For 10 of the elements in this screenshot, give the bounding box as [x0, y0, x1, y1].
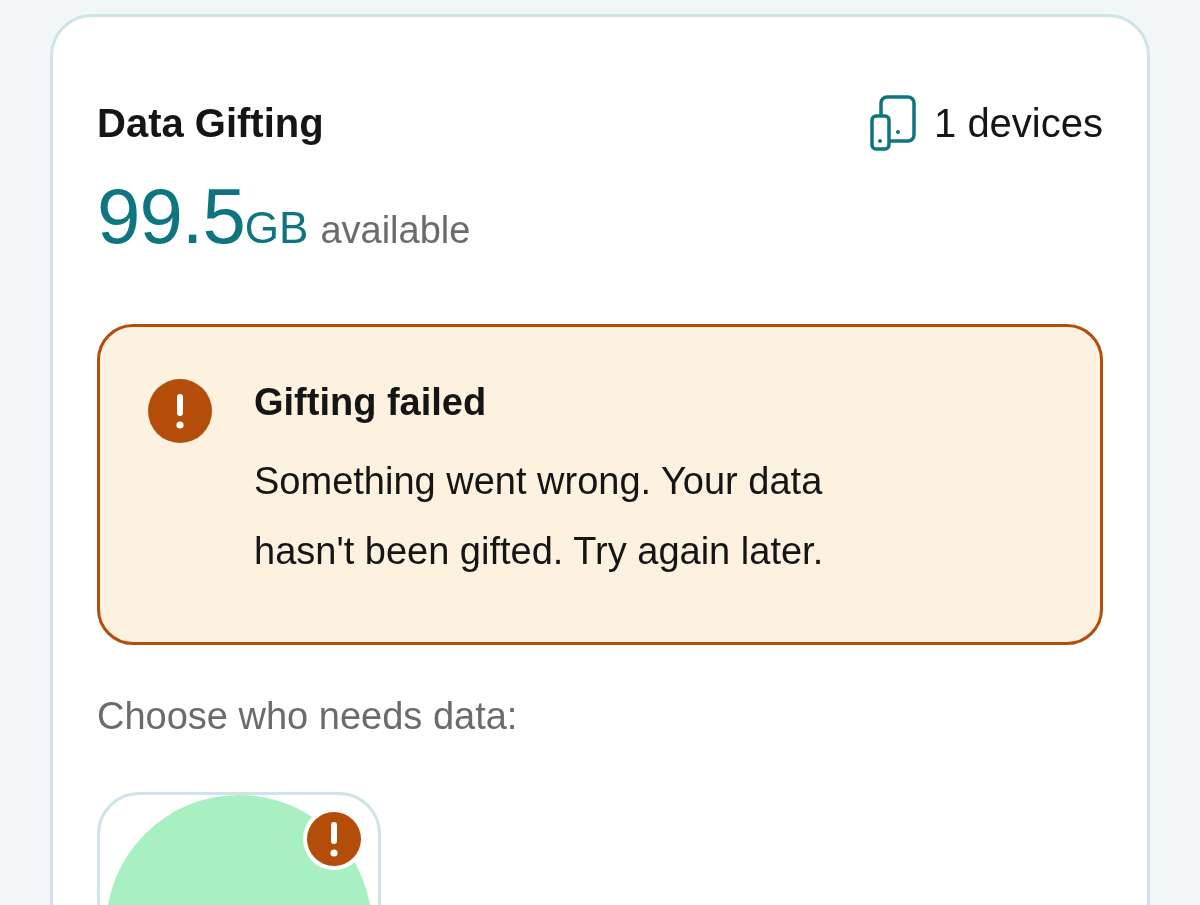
data-unit: GB — [244, 203, 309, 253]
devices-icon — [870, 95, 916, 151]
alert-title: Gifting failed — [254, 381, 488, 424]
alert-message: Something went wrong. Your data hasn't been gifted. Try again later. — [254, 459, 825, 574]
device-count: 1 devices — [934, 100, 1103, 146]
amount-label: available — [320, 209, 471, 252]
card-title: Data Gifting — [97, 100, 324, 146]
recipients-prompt: Choose who needs data: — [97, 695, 519, 738]
data-amount: 99.5 — [97, 171, 245, 262]
exclamation-icon — [148, 379, 212, 443]
